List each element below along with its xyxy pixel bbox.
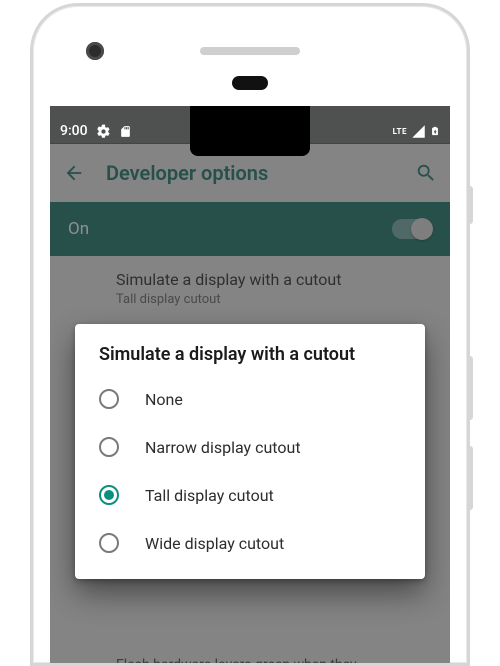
option-label: None bbox=[145, 390, 183, 409]
signal-icon bbox=[411, 124, 426, 139]
phone-side-button bbox=[467, 446, 473, 510]
lte-label: LTE bbox=[393, 127, 407, 136]
dialog-option-tall[interactable]: Tall display cutout bbox=[83, 471, 417, 519]
dialog-option-none[interactable]: None bbox=[83, 375, 417, 423]
dialog-title: Simulate a display with a cutout bbox=[83, 344, 417, 375]
option-label: Tall display cutout bbox=[145, 486, 274, 505]
simulate-cutout-dialog: Simulate a display with a cutout None Na… bbox=[75, 324, 425, 579]
screen: 9:00 LTE bbox=[50, 106, 450, 663]
phone-side-button bbox=[467, 356, 473, 420]
phone-frame: 9:00 LTE bbox=[30, 3, 470, 666]
front-camera bbox=[86, 42, 104, 60]
radio-icon bbox=[99, 533, 119, 553]
phone-side-button bbox=[467, 186, 473, 224]
radio-icon bbox=[99, 389, 119, 409]
option-label: Wide display cutout bbox=[145, 534, 284, 553]
sd-card-icon bbox=[119, 124, 132, 139]
dialog-option-wide[interactable]: Wide display cutout bbox=[83, 519, 417, 567]
option-label: Narrow display cutout bbox=[145, 438, 301, 457]
proximity-sensor bbox=[232, 76, 268, 90]
display-cutout-notch bbox=[190, 106, 310, 156]
earpiece-speaker bbox=[200, 47, 300, 55]
radio-icon bbox=[99, 485, 119, 505]
dialog-option-narrow[interactable]: Narrow display cutout bbox=[83, 423, 417, 471]
battery-icon bbox=[430, 123, 440, 139]
status-clock: 9:00 bbox=[60, 123, 88, 139]
radio-icon bbox=[99, 437, 119, 457]
settings-icon bbox=[96, 124, 111, 139]
